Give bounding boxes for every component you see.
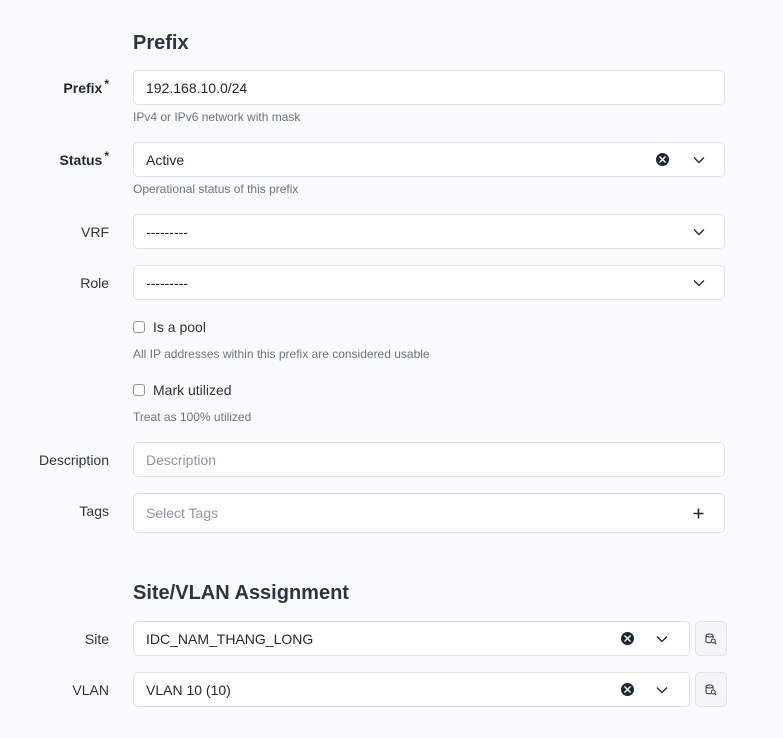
vlan-select[interactable]: VLAN 10 (10) xyxy=(133,672,690,707)
vlan-selector-button[interactable] xyxy=(695,672,727,707)
chevron-down-icon[interactable] xyxy=(693,279,705,287)
role-value: --------- xyxy=(146,274,188,291)
description-input[interactable]: Description xyxy=(133,442,725,477)
required-mark: * xyxy=(104,149,109,163)
chevron-down-icon[interactable] xyxy=(656,635,668,643)
chevron-down-icon[interactable] xyxy=(693,228,705,236)
database-search-icon xyxy=(705,684,717,695)
description-placeholder: Description xyxy=(146,451,217,468)
description-label: Description xyxy=(38,452,109,468)
section-title-site-vlan: Site/VLAN Assignment xyxy=(133,582,349,604)
status-label: Status * xyxy=(59,149,109,168)
vlan-value: VLAN 10 (10) xyxy=(146,681,231,698)
vlan-label: VLAN xyxy=(72,682,109,698)
vrf-select[interactable]: --------- xyxy=(133,214,725,249)
mark-utilized-label: Mark utilized xyxy=(153,382,232,398)
mark-utilized-checkbox[interactable] xyxy=(133,384,145,396)
status-value: Active xyxy=(146,151,185,168)
mark-utilized-help: Treat as 100% utilized xyxy=(133,410,252,424)
mark-utilized-row[interactable]: Mark utilized xyxy=(133,382,232,398)
prefix-value: 192.168.10.0/24 xyxy=(146,79,248,96)
vrf-label: VRF xyxy=(81,224,109,240)
chevron-down-icon[interactable] xyxy=(693,156,705,164)
site-label: Site xyxy=(84,631,109,647)
is-pool-label: Is a pool xyxy=(153,319,206,335)
clear-icon[interactable] xyxy=(621,632,634,645)
prefix-help: IPv4 or IPv6 network with mask xyxy=(133,110,301,124)
required-mark: * xyxy=(104,77,109,91)
tags-placeholder: Select Tags xyxy=(146,505,219,521)
site-select[interactable]: IDC_NAM_THANG_LONG xyxy=(133,621,690,656)
vrf-value: --------- xyxy=(146,223,188,240)
role-label: Role xyxy=(80,275,109,291)
prefix-input[interactable]: 192.168.10.0/24 xyxy=(133,70,725,105)
chevron-down-icon[interactable] xyxy=(656,686,668,694)
tags-label: Tags xyxy=(79,503,109,519)
is-pool-checkbox[interactable] xyxy=(133,321,145,333)
status-help: Operational status of this prefix xyxy=(133,182,299,196)
is-pool-row[interactable]: Is a pool xyxy=(133,319,206,335)
role-select[interactable]: --------- xyxy=(133,265,725,300)
is-pool-help: All IP addresses within this prefix are … xyxy=(133,347,430,361)
section-title-prefix: Prefix xyxy=(133,32,189,54)
plus-icon[interactable] xyxy=(693,508,704,519)
clear-icon[interactable] xyxy=(656,153,669,166)
status-select[interactable]: Active xyxy=(133,142,725,177)
site-selector-button[interactable] xyxy=(695,621,727,656)
clear-icon[interactable] xyxy=(621,683,634,696)
tags-select[interactable]: Select Tags xyxy=(133,493,725,533)
database-search-icon xyxy=(705,633,717,644)
site-value: IDC_NAM_THANG_LONG xyxy=(146,630,314,647)
prefix-label: Prefix * xyxy=(63,77,109,96)
